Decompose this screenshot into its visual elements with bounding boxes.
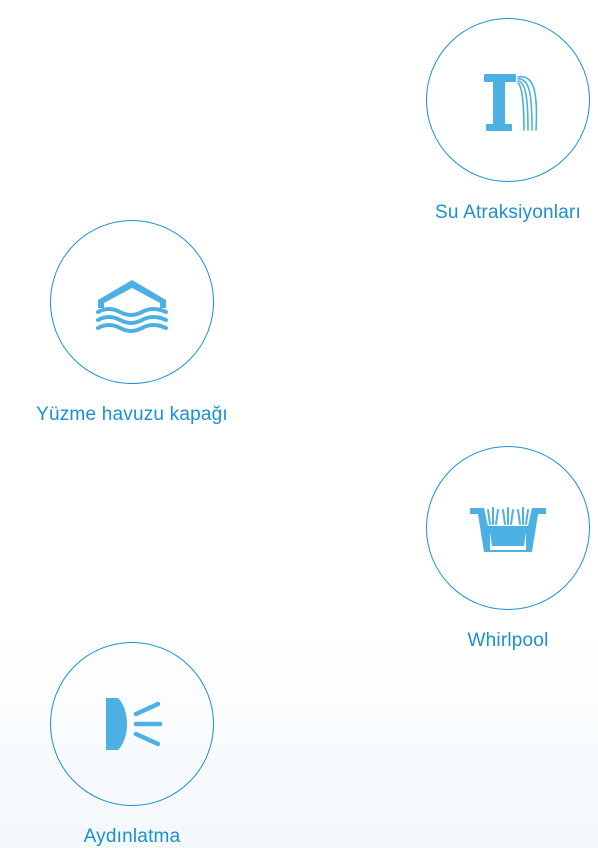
pool-light-icon <box>106 698 163 750</box>
water-attractions-circle[interactable] <box>426 18 590 182</box>
water-fountain-icon <box>484 74 538 131</box>
feature-lighting[interactable]: Aydınlatma <box>40 642 224 848</box>
pool-cover-icon <box>96 280 168 333</box>
feature-pool-cover[interactable]: Yüzme havuzu kapağı <box>0 220 264 426</box>
feature-water-attractions[interactable]: Su Atraksiyonları <box>418 18 598 224</box>
lighting-circle[interactable] <box>50 642 214 806</box>
whirlpool-label: Whirlpool <box>467 630 549 651</box>
water-attractions-label: Su Atraksiyonları <box>435 202 581 223</box>
pool-cover-label: Yüzme havuzu kapağı <box>36 404 228 425</box>
whirlpool-icon <box>470 507 546 552</box>
feature-whirlpool[interactable]: Whirlpool <box>420 446 596 652</box>
pool-cover-circle[interactable] <box>50 220 214 384</box>
lighting-label: Aydınlatma <box>83 826 181 847</box>
whirlpool-circle[interactable] <box>426 446 590 610</box>
